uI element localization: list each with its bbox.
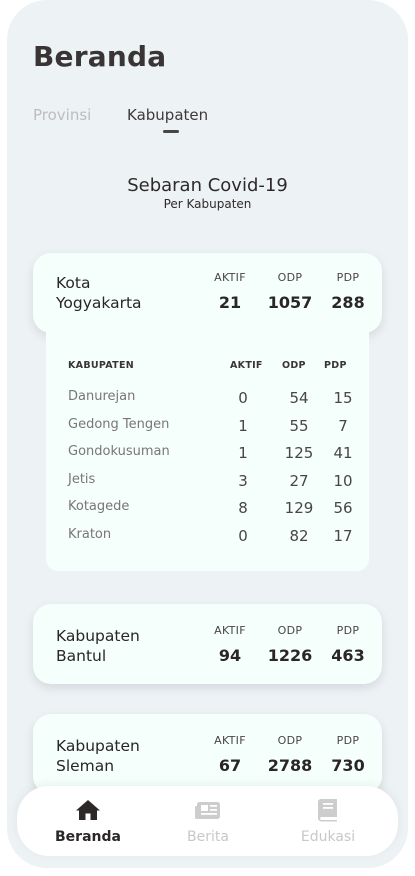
district-aktif: 1 bbox=[238, 417, 248, 435]
region-card-yogyakarta[interactable]: Kota Yogyakarta AKTIF 21 ODP 1057 PDP 28… bbox=[33, 253, 382, 333]
stat-aktif: AKTIF 21 bbox=[205, 271, 255, 312]
district-name: Gedong Tengen bbox=[68, 417, 170, 432]
stat-value: 730 bbox=[331, 756, 365, 775]
table-row: Gedong Tengen 1 55 7 bbox=[46, 417, 369, 437]
district-name: Kraton bbox=[68, 527, 112, 542]
stat-aktif: AKTIF 67 bbox=[205, 734, 255, 775]
nav-label: Beranda bbox=[55, 829, 121, 845]
stat-label: ODP bbox=[277, 734, 303, 747]
nav-item-edukasi[interactable]: Edukasi bbox=[273, 798, 383, 845]
district-odp: 27 bbox=[289, 472, 309, 490]
book-icon bbox=[273, 798, 383, 824]
stat-odp: ODP 1226 bbox=[265, 624, 315, 665]
district-aktif: 0 bbox=[238, 389, 248, 407]
table-row: Jetis 3 27 10 bbox=[46, 472, 369, 492]
home-icon bbox=[33, 798, 143, 824]
district-detail-table: KABUPATEN AKTIF ODP PDP Danurejan 0 54 1… bbox=[46, 331, 369, 571]
stat-odp: ODP 2788 bbox=[265, 734, 315, 775]
district-odp: 129 bbox=[284, 499, 314, 517]
tab-provinsi[interactable]: Provinsi bbox=[33, 106, 91, 124]
tab-kabupaten[interactable]: Kabupaten bbox=[127, 106, 208, 124]
col-header-aktif: AKTIF bbox=[230, 360, 263, 371]
district-pdp: 41 bbox=[333, 444, 353, 462]
col-header-kabupaten: KABUPATEN bbox=[68, 360, 134, 371]
district-pdp: 7 bbox=[338, 417, 348, 435]
bottom-navigation: Beranda Berita Edukasi bbox=[17, 786, 398, 856]
active-tab-indicator bbox=[163, 130, 179, 133]
stat-label: AKTIF bbox=[214, 271, 246, 284]
table-row: Gondokusuman 1 125 41 bbox=[46, 444, 369, 464]
stat-label: AKTIF bbox=[214, 734, 246, 747]
region-name: Kota Yogyakarta bbox=[56, 273, 142, 313]
region-type: Kabupaten bbox=[56, 627, 140, 645]
table-row: Kraton 0 82 17 bbox=[46, 527, 369, 547]
col-header-pdp: PDP bbox=[324, 360, 347, 371]
stat-pdp: PDP 730 bbox=[323, 734, 373, 775]
region-type: Kabupaten bbox=[56, 737, 140, 755]
region-title: Sleman bbox=[56, 757, 115, 775]
district-name: Gondokusuman bbox=[68, 444, 170, 459]
stat-label: PDP bbox=[336, 734, 360, 747]
district-aktif: 3 bbox=[238, 472, 248, 490]
region-name: Kabupaten Sleman bbox=[56, 736, 140, 776]
district-aktif: 8 bbox=[238, 499, 248, 517]
newspaper-icon bbox=[153, 798, 263, 824]
section-subtitle: Per Kabupaten bbox=[163, 197, 252, 211]
region-name: Kabupaten Bantul bbox=[56, 626, 140, 666]
district-odp: 54 bbox=[289, 389, 309, 407]
nav-item-berita[interactable]: Berita bbox=[153, 798, 263, 845]
stat-value: 21 bbox=[218, 293, 242, 312]
nav-item-beranda[interactable]: Beranda bbox=[33, 798, 143, 845]
district-name: Kotagede bbox=[68, 499, 130, 514]
stat-label: PDP bbox=[336, 624, 360, 637]
stat-odp: ODP 1057 bbox=[265, 271, 315, 312]
stat-value: 288 bbox=[331, 293, 365, 312]
table-row: Danurejan 0 54 15 bbox=[46, 389, 369, 409]
district-name: Danurejan bbox=[68, 389, 136, 404]
district-aktif: 0 bbox=[238, 527, 248, 545]
district-odp: 125 bbox=[284, 444, 314, 462]
region-type: Kota bbox=[56, 274, 91, 292]
section-title: Sebaran Covid-19 bbox=[127, 175, 288, 196]
district-aktif: 1 bbox=[238, 444, 248, 462]
district-pdp: 56 bbox=[333, 499, 353, 517]
district-odp: 55 bbox=[289, 417, 309, 435]
stat-pdp: PDP 463 bbox=[323, 624, 373, 665]
district-odp: 82 bbox=[289, 527, 309, 545]
stat-label: ODP bbox=[277, 271, 303, 284]
col-header-odp: ODP bbox=[282, 360, 306, 371]
stat-value: 1226 bbox=[267, 646, 313, 665]
region-card-sleman[interactable]: Kabupaten Sleman AKTIF 67 ODP 2788 PDP 7… bbox=[33, 714, 382, 794]
district-pdp: 10 bbox=[333, 472, 353, 490]
stat-value: 2788 bbox=[267, 756, 313, 775]
stat-value: 1057 bbox=[267, 293, 313, 312]
stat-aktif: AKTIF 94 bbox=[205, 624, 255, 665]
app-screen: Beranda Provinsi Kabupaten Sebaran Covid… bbox=[7, 0, 408, 868]
district-pdp: 15 bbox=[333, 389, 353, 407]
table-row: Kotagede 8 129 56 bbox=[46, 499, 369, 519]
nav-label: Berita bbox=[187, 829, 229, 845]
stat-value: 67 bbox=[218, 756, 242, 775]
page-title: Beranda bbox=[33, 40, 167, 73]
nav-label: Edukasi bbox=[300, 829, 356, 845]
region-title: Bantul bbox=[56, 647, 107, 665]
stat-pdp: PDP 288 bbox=[323, 271, 373, 312]
region-card-bantul[interactable]: Kabupaten Bantul AKTIF 94 ODP 1226 PDP 4… bbox=[33, 604, 382, 684]
stat-label: AKTIF bbox=[214, 624, 246, 637]
stat-label: ODP bbox=[277, 624, 303, 637]
stat-value: 94 bbox=[218, 646, 242, 665]
region-title: Yogyakarta bbox=[56, 294, 142, 312]
stat-value: 463 bbox=[331, 646, 365, 665]
stat-label: PDP bbox=[336, 271, 360, 284]
district-pdp: 17 bbox=[333, 527, 353, 545]
district-name: Jetis bbox=[68, 472, 96, 487]
